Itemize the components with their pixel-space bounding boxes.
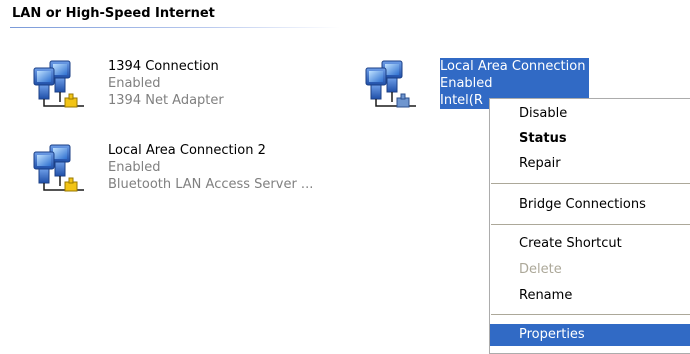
menu-item-status[interactable]: Status (490, 128, 690, 150)
connection-status: Enabled (108, 160, 161, 175)
menu-item-disable[interactable]: Disable (490, 103, 690, 125)
network-connection-icon (360, 58, 420, 114)
network-connection-icon (28, 142, 88, 198)
connection-item-1394[interactable]: 1394 Connection Enabled 1394 Net Adapter (28, 58, 278, 118)
group-divider (10, 27, 340, 28)
connection-name: Local Area Connection 2 (108, 143, 266, 158)
menu-separator (491, 224, 690, 225)
menu-item-repair[interactable]: Repair (490, 153, 690, 175)
menu-separator (491, 183, 690, 184)
connection-status: Enabled (440, 75, 590, 92)
context-menu: Disable Status Repair Bridge Connections… (489, 98, 690, 354)
menu-item-create-shortcut[interactable]: Create Shortcut (490, 233, 690, 255)
connection-device: Bluetooth LAN Access Server ... (108, 177, 314, 192)
menu-item-delete: Delete (519, 262, 562, 277)
connection-device: 1394 Net Adapter (108, 93, 224, 108)
menu-item-properties[interactable]: Properties (490, 324, 690, 346)
connection-name: Local Area Connection (440, 58, 590, 75)
menu-separator (491, 314, 690, 315)
connection-status: Enabled (108, 76, 161, 91)
network-connection-icon (28, 58, 88, 114)
menu-item-bridge-connections[interactable]: Bridge Connections (490, 194, 690, 216)
group-header: LAN or High-Speed Internet (12, 6, 215, 21)
menu-item-rename[interactable]: Rename (490, 285, 690, 307)
connection-name: 1394 Connection (108, 59, 219, 74)
connection-item-lan2[interactable]: Local Area Connection 2 Enabled Bluetoot… (28, 142, 358, 202)
